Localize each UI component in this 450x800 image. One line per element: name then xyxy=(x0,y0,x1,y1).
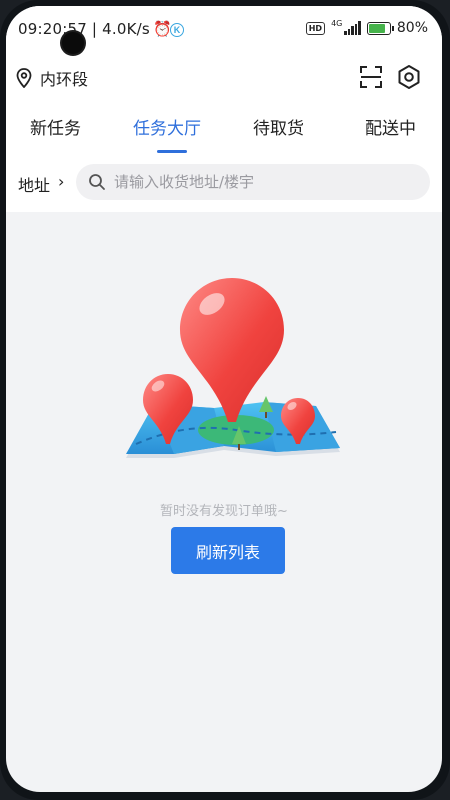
camera-cutout xyxy=(62,32,84,54)
battery-percent: 80% xyxy=(396,20,428,36)
signal-icon xyxy=(344,21,361,35)
status-time-speed: 09:20:57 | 4.0K/s xyxy=(18,20,150,38)
phone-frame: 09:20:57 | 4.0K/s ⏰ K HD 4G 80% 内环段 新任务 … xyxy=(0,0,450,800)
search-icon xyxy=(89,174,105,190)
status-indicators: HD 4G 80% xyxy=(305,18,428,36)
k-app-icon: K xyxy=(170,23,184,37)
address-filter[interactable]: 地址 xyxy=(18,172,50,196)
tab-task-hall[interactable]: 任务大厅 xyxy=(133,114,201,139)
tab-delivering[interactable]: 配送中 xyxy=(365,114,416,139)
refresh-list-button[interactable]: 刷新列表 xyxy=(171,527,285,574)
network-type: 4G xyxy=(331,18,343,28)
location-label: 内环段 xyxy=(40,70,89,89)
app-screen: 09:20:57 | 4.0K/s ⏰ K HD 4G 80% 内环段 新任务 … xyxy=(6,6,442,792)
settings-icon[interactable] xyxy=(396,64,422,90)
tab-new-tasks[interactable]: 新任务 xyxy=(30,114,81,139)
battery-icon xyxy=(366,21,394,35)
location-pin-icon xyxy=(16,68,32,88)
location-selector[interactable]: 内环段 xyxy=(16,66,88,90)
hd-badge: HD xyxy=(305,21,326,35)
empty-map-illustration xyxy=(126,278,340,458)
chevron-right-icon[interactable]: › xyxy=(58,172,64,191)
search-row: 地址 › xyxy=(6,158,442,202)
tab-bar: 新任务 任务大厅 待取货 配送中 xyxy=(6,114,442,154)
tab-pending-pickup[interactable]: 待取货 xyxy=(253,114,304,139)
alarm-icon: ⏰ xyxy=(153,20,172,38)
scan-icon[interactable] xyxy=(360,66,382,88)
empty-state-message: 暂时没有发现订单哦~ xyxy=(160,504,288,519)
search-box[interactable] xyxy=(76,164,430,200)
active-tab-indicator xyxy=(157,150,187,153)
search-input[interactable] xyxy=(112,172,416,192)
